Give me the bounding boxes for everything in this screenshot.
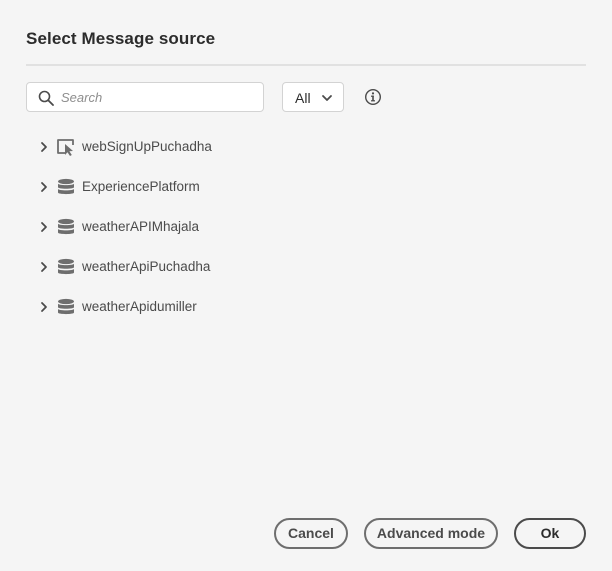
chevron-right-icon[interactable]	[39, 140, 49, 154]
tree-item-websignuppuchadha[interactable]: webSignUpPuchadha	[36, 130, 576, 170]
tree-item-weatherapimhajala[interactable]: weatherAPIMhajala	[36, 210, 576, 250]
chevron-right-icon[interactable]	[39, 220, 49, 234]
ok-button[interactable]: Ok	[514, 518, 586, 549]
database-icon	[58, 178, 74, 195]
tree-item-label: weatherApidumiller	[82, 299, 197, 314]
cancel-button[interactable]: Cancel	[274, 518, 348, 549]
filter-selected-value: All	[295, 90, 311, 106]
dialog-title: Select Message source	[26, 29, 216, 48]
title-divider	[26, 64, 586, 66]
search-input[interactable]	[61, 86, 256, 108]
tree-item-weatherapipuchadha[interactable]: weatherApiPuchadha	[36, 250, 576, 290]
chevron-right-icon[interactable]	[39, 260, 49, 274]
search-icon	[38, 90, 54, 106]
tree-item-label: webSignUpPuchadha	[82, 139, 212, 154]
search-field[interactable]	[26, 82, 264, 112]
chevron-right-icon[interactable]	[39, 180, 49, 194]
select-message-source-dialog: Select Message source All webS	[0, 0, 612, 571]
web-cursor-icon	[57, 139, 74, 156]
database-icon	[58, 258, 74, 275]
chevron-right-icon[interactable]	[39, 300, 49, 314]
advanced-mode-button[interactable]: Advanced mode	[364, 518, 498, 549]
database-icon	[58, 298, 74, 315]
tree-item-label: ExperiencePlatform	[82, 179, 200, 194]
chevron-down-icon	[322, 95, 332, 101]
filter-dropdown[interactable]: All	[282, 82, 344, 112]
database-icon	[58, 218, 74, 235]
tree-item-label: weatherApiPuchadha	[82, 259, 211, 274]
tree-item-experienceplatform[interactable]: ExperiencePlatform	[36, 170, 576, 210]
tree-item-label: weatherAPIMhajala	[82, 219, 200, 234]
info-icon[interactable]	[364, 88, 382, 106]
tree-item-weatherapidumiller[interactable]: weatherApidumiller	[36, 290, 576, 330]
source-tree: webSignUpPuchadha ExperiencePlatform wea…	[36, 130, 576, 330]
